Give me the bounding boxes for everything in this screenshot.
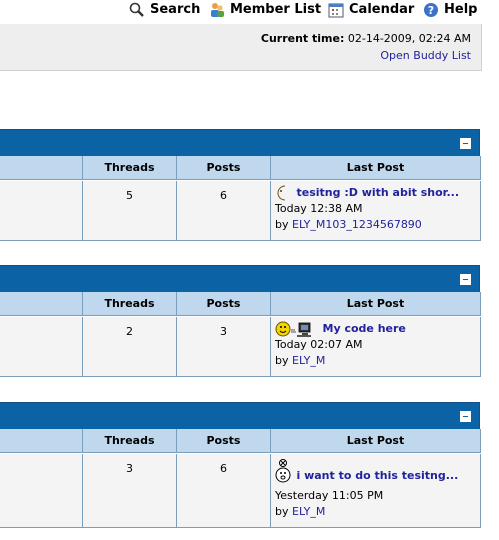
threads-count: 2	[83, 317, 177, 377]
last-post-column-header: Last Post	[271, 292, 481, 316]
forum-cell	[0, 454, 83, 528]
forum-block: Threads Posts Last Post 5 6 tesitng :D w…	[0, 129, 481, 243]
column-header-row: Threads Posts Last Post	[0, 292, 481, 316]
collapse-icon[interactable]	[460, 411, 471, 422]
last-post-user-link[interactable]: ELY_M	[292, 505, 325, 518]
posts-column-header: Posts	[177, 156, 271, 180]
forum-header	[0, 265, 480, 293]
last-post-time: Today 02:07 AM	[275, 338, 363, 351]
posts-column-header: Posts	[177, 429, 271, 453]
bug-smiley-icon	[275, 459, 291, 483]
current-time-value: 02-14-2009, 02:24 AM	[347, 32, 471, 45]
search-icon	[129, 2, 144, 17]
collapse-icon[interactable]	[460, 274, 471, 285]
column-header-row: Threads Posts Last Post	[0, 156, 481, 180]
forum-column-header	[0, 156, 83, 180]
svg-text:?: ?	[428, 4, 434, 17]
threads-count: 3	[83, 454, 177, 528]
threads-column-header: Threads	[83, 429, 177, 453]
collapse-icon[interactable]	[460, 138, 471, 149]
current-time: Current time: 02-14-2009, 02:24 AM	[261, 32, 471, 45]
table-row: 5 6 tesitng :D with abit shor... Today 1…	[0, 181, 481, 241]
help-label: Help	[444, 2, 478, 17]
posts-count: 6	[177, 454, 271, 528]
computer-smiley-icon	[275, 321, 311, 337]
forum-header	[0, 129, 480, 157]
forum-cell	[0, 181, 83, 241]
last-post-column-header: Last Post	[271, 429, 481, 453]
search-label: Search	[150, 2, 201, 17]
forum-cell	[0, 317, 83, 377]
info-bar: Current time: 02-14-2009, 02:24 AM Open …	[0, 24, 482, 71]
posts-count: 3	[177, 317, 271, 377]
threads-column-header: Threads	[83, 292, 177, 316]
last-post-time: Today 12:38 AM	[275, 202, 363, 215]
forum-block: Threads Posts Last Post 3 6 i want to do…	[0, 402, 481, 528]
last-post-title-link[interactable]: My code here	[323, 322, 406, 335]
by-label: by	[275, 505, 289, 518]
moon-smiley-icon	[277, 185, 286, 201]
threads-column-header: Threads	[83, 156, 177, 180]
last-post-user-link[interactable]: ELY_M	[292, 354, 325, 367]
by-label: by	[275, 354, 289, 367]
table-row: 2 3 My code here Today 02:07 AM by ELY_M	[0, 317, 481, 377]
forum-block: Threads Posts Last Post 2 3 My code here…	[0, 265, 481, 379]
last-post-cell: i want to do this tesitng... Yesterday 1…	[271, 454, 481, 528]
posts-column-header: Posts	[177, 292, 271, 316]
last-post-title-link[interactable]: tesitng :D with abit shor...	[297, 186, 460, 199]
last-post-column-header: Last Post	[271, 156, 481, 180]
last-post-time: Yesterday 11:05 PM	[275, 489, 384, 502]
help-icon: ?	[424, 3, 438, 17]
by-label: by	[275, 218, 289, 231]
current-time-label: Current time:	[260, 32, 345, 45]
top-navigation: Search Member List Calendar ? Help	[0, 0, 499, 22]
last-post-cell: My code here Today 02:07 AM by ELY_M	[271, 317, 481, 377]
last-post-title-link[interactable]: i want to do this tesitng...	[297, 469, 459, 482]
members-icon	[211, 3, 224, 17]
last-post-user-link[interactable]: ELY_M103_1234567890	[292, 218, 422, 231]
posts-count: 6	[177, 181, 271, 241]
table-row: 3 6 i want to do this tesitng... Yesterd…	[0, 454, 481, 528]
calendar-label: Calendar	[349, 2, 415, 17]
forum-column-header	[0, 292, 83, 316]
last-post-cell: tesitng :D with abit shor... Today 12:38…	[271, 181, 481, 241]
threads-count: 5	[83, 181, 177, 241]
open-buddy-list-link[interactable]: Open Buddy List	[380, 49, 471, 62]
column-header-row: Threads Posts Last Post	[0, 429, 481, 453]
member-list-label: Member List	[230, 2, 322, 17]
calendar-icon	[328, 3, 344, 18]
forum-column-header	[0, 429, 83, 453]
forum-header	[0, 402, 480, 430]
